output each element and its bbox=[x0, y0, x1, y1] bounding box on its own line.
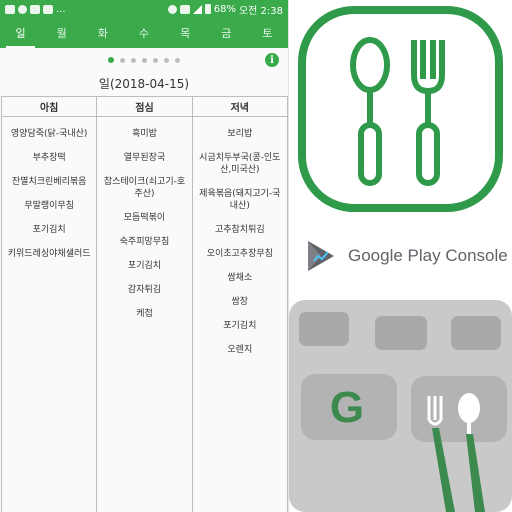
meal-item: 모듬떡볶이 bbox=[123, 213, 166, 223]
meal-item: 보리밥 bbox=[227, 129, 253, 139]
battery-percent: 68% bbox=[213, 3, 236, 15]
meal-item: 잔멸치크린베리볶음 bbox=[11, 177, 87, 187]
page-indicator: i bbox=[0, 48, 288, 72]
meal-header: 점심 bbox=[97, 97, 192, 117]
meal-item: 쌈장 bbox=[231, 297, 249, 307]
spoon-fork-app-icon bbox=[298, 6, 503, 212]
date-title: 일(2018-04-15) bbox=[98, 77, 190, 91]
meal-item: 열무된장국 bbox=[123, 153, 166, 163]
meal-item: 숙주피망무침 bbox=[119, 237, 170, 247]
message-icon bbox=[5, 4, 15, 14]
page-dot[interactable] bbox=[153, 57, 158, 63]
status-bar: ... 68% 오전 2:38 bbox=[0, 0, 288, 18]
meal-column-dinner: 저녁 보리밥 시금치두부국(콩-인도산,미국산) 제육볶음(돼지고기-국내산) … bbox=[191, 97, 288, 512]
play-console-text: Google Play Console bbox=[348, 246, 508, 265]
meal-item: 시금치두부국(콩-인도산,미국산) bbox=[199, 153, 281, 175]
meal-item: 포기김치 bbox=[223, 321, 257, 331]
meal-item: 제육볶음(돼지고기-국내산) bbox=[199, 189, 281, 211]
day-tabs: 일 월 화 수 목 금 토 bbox=[0, 18, 288, 48]
meal-item: 쌈채소 bbox=[227, 273, 253, 283]
tab-wednesday[interactable]: 수 bbox=[123, 18, 164, 48]
meal-tray-logo: G bbox=[289, 300, 512, 512]
youtube-icon bbox=[30, 4, 40, 14]
meal-item: 포기김치 bbox=[127, 261, 162, 271]
meal-table: 아침 영양담죽(닭-국내산) 부추장떡 잔멸치크린베리볶음 무말랭이무침 포기김… bbox=[1, 96, 288, 512]
facebook-icon bbox=[18, 4, 27, 14]
meal-item: 오이초고추장무침 bbox=[206, 249, 273, 259]
tab-saturday[interactable]: 토 bbox=[247, 18, 288, 48]
tab-tuesday[interactable]: 화 bbox=[82, 18, 123, 48]
phone-screenshot: ... 68% 오전 2:38 일 월 화 수 목 금 토 i 일(2018-0… bbox=[0, 0, 289, 512]
more-notifications: ... bbox=[56, 3, 66, 15]
meal-item: 케첩 bbox=[136, 309, 153, 319]
page-dot[interactable] bbox=[175, 57, 180, 63]
battery-icon bbox=[204, 4, 211, 14]
meal-column-lunch: 점심 흑미밥 열무된장국 찹스테이크(쇠고기-호주산) 모듬떡볶이 숙주피망무침… bbox=[96, 97, 192, 512]
page-dot[interactable] bbox=[131, 57, 136, 63]
meal-header: 저녁 bbox=[192, 97, 287, 117]
google-play-console-badge: Google Play Console bbox=[293, 232, 512, 280]
page-dot[interactable] bbox=[108, 57, 114, 63]
meal-item: 무말랭이무침 bbox=[24, 201, 74, 211]
meal-item: 키위드레싱야채샐러드 bbox=[7, 249, 91, 259]
tray-g-letter: G bbox=[330, 383, 364, 432]
alarm-icon bbox=[167, 4, 177, 14]
page-dot[interactable] bbox=[120, 57, 125, 63]
mail-icon bbox=[43, 4, 53, 14]
meal-item: 흑미밥 bbox=[132, 129, 157, 139]
meal-item: 고추참치튀김 bbox=[214, 225, 265, 235]
page-dot[interactable] bbox=[142, 57, 147, 63]
signal-icon bbox=[192, 4, 202, 14]
tab-sunday[interactable]: 일 bbox=[0, 18, 41, 48]
info-icon[interactable]: i bbox=[265, 53, 279, 67]
meal-item: 포기김치 bbox=[32, 225, 66, 235]
tab-monday[interactable]: 월 bbox=[41, 18, 82, 48]
meal-item: 감자튀김 bbox=[127, 285, 162, 295]
play-console-logo-icon bbox=[308, 241, 334, 271]
tab-friday[interactable]: 금 bbox=[206, 18, 247, 48]
meal-column-breakfast: 아침 영양담죽(닭-국내산) 부추장떡 잔멸치크린베리볶음 무말랭이무침 포기김… bbox=[1, 97, 97, 512]
meal-item: 영양담죽(닭-국내산) bbox=[10, 129, 88, 139]
meal-item: 부추장떡 bbox=[32, 153, 66, 163]
meal-item: 찹스테이크(쇠고기-호주산) bbox=[103, 177, 186, 199]
clock: 오전 2:38 bbox=[238, 5, 283, 17]
meal-item: 오렌지 bbox=[227, 345, 253, 355]
page-dot[interactable] bbox=[164, 57, 169, 63]
tab-thursday[interactable]: 목 bbox=[165, 18, 206, 48]
meal-header: 아침 bbox=[2, 97, 97, 117]
wifi-icon bbox=[179, 4, 190, 14]
